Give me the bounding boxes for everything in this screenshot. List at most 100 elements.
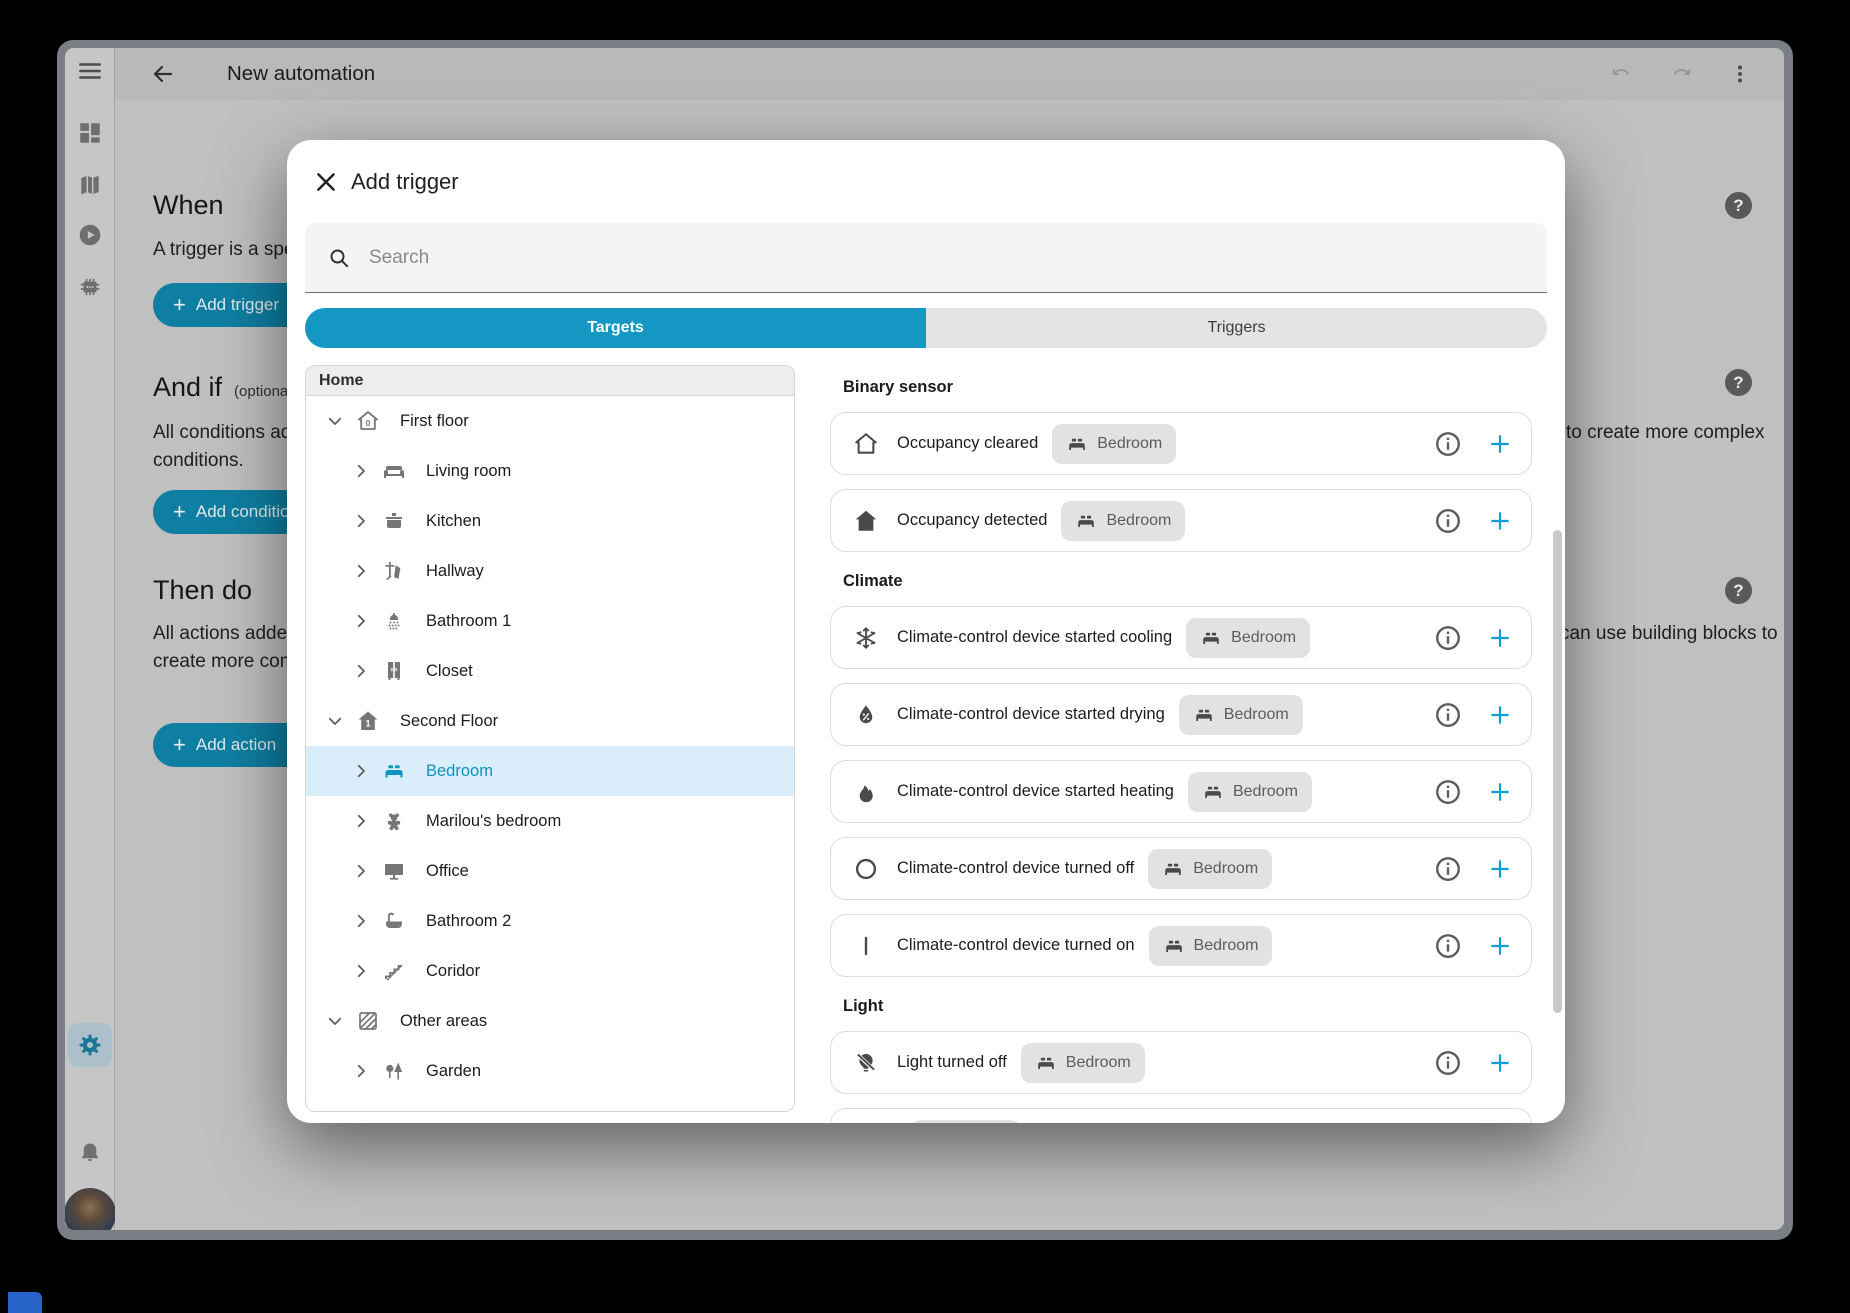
tree-item-office[interactable]: Office [306, 846, 794, 896]
area-chip: Bedroom [1186, 618, 1310, 658]
tree-item-marilou-s-bedroom[interactable]: Marilou's bedroom [306, 796, 794, 846]
info-icon[interactable] [1433, 931, 1463, 961]
chevron-right-icon[interactable] [352, 662, 370, 680]
bed-icon [1200, 627, 1222, 649]
info-icon[interactable] [1433, 1048, 1463, 1078]
tree-item-street[interactable]: Street [306, 1096, 794, 1112]
chevron-right-icon[interactable] [352, 962, 370, 980]
tree-item-garden[interactable]: Garden [306, 1046, 794, 1096]
bed-icon [382, 759, 406, 783]
trigger-row-climate-control-device-started-heating[interactable]: Climate-control device started heatingBe… [830, 760, 1532, 823]
tree-item-bedroom[interactable]: Bedroom [306, 746, 794, 796]
svg-text:1: 1 [365, 719, 370, 729]
tree-item-hallway[interactable]: Hallway [306, 546, 794, 596]
trigger-row-occupancy-cleared[interactable]: Occupancy clearedBedroom [830, 412, 1532, 475]
help-icon[interactable]: ? [1725, 192, 1752, 219]
chevron-right-icon[interactable] [352, 912, 370, 930]
search-bar[interactable] [305, 223, 1547, 293]
tree-item-second-floor[interactable]: 1Second Floor [306, 696, 794, 746]
sofa-icon [382, 459, 406, 483]
undo-icon[interactable] [1608, 62, 1632, 86]
chevron-right-icon[interactable] [352, 812, 370, 830]
tree-item-first-floor[interactable]: 0First floor [306, 396, 794, 446]
media-play-icon[interactable] [77, 222, 103, 248]
close-icon[interactable] [313, 169, 339, 195]
add-plus-icon[interactable] [1487, 1050, 1513, 1076]
add-plus-icon[interactable] [1487, 431, 1513, 457]
add-plus-icon[interactable] [1487, 625, 1513, 651]
area-chip-label: Bedroom [1233, 783, 1298, 801]
chevron-down-icon[interactable] [326, 712, 344, 730]
home-floor-0-icon: 0 [356, 409, 380, 433]
user-avatar[interactable] [65, 1188, 116, 1230]
map-icon[interactable] [77, 172, 103, 198]
add-plus-icon[interactable] [1487, 933, 1513, 959]
and-if-description-fragment: to create more complex [1566, 419, 1765, 447]
trigger-row-light-turned-off[interactable]: Light turned offBedroom [830, 1031, 1532, 1094]
tree-item-bathroom-1[interactable]: Bathroom 1 [306, 596, 794, 646]
info-icon[interactable] [1433, 623, 1463, 653]
chevron-right-icon[interactable] [352, 612, 370, 630]
chip-icon[interactable] [77, 274, 103, 300]
area-chip [911, 1120, 1021, 1124]
settings-button[interactable] [68, 1023, 112, 1067]
trigger-row-row[interactable] [830, 1108, 1532, 1123]
chevron-right-icon[interactable] [352, 462, 370, 480]
coat-rack-icon [382, 559, 406, 583]
trigger-row-climate-control-device-turned-on[interactable]: Climate-control device turned onBedroom [830, 914, 1532, 977]
info-icon[interactable] [1433, 429, 1463, 459]
add-plus-icon[interactable] [1487, 779, 1513, 805]
tab-triggers[interactable]: Triggers [926, 308, 1547, 348]
wardrobe-icon [382, 659, 406, 683]
power-on-bar-icon [853, 933, 879, 959]
gear-icon [76, 1031, 104, 1059]
chevron-down-icon[interactable] [326, 412, 344, 430]
chevron-right-icon[interactable] [352, 1062, 370, 1080]
chevron-right-icon[interactable] [352, 762, 370, 780]
chevron-right-icon[interactable] [352, 512, 370, 530]
section-title-binary-sensor: Binary sensor [843, 378, 1532, 398]
info-icon[interactable] [1433, 777, 1463, 807]
redo-icon[interactable] [1671, 62, 1695, 86]
chevron-down-icon[interactable] [326, 1012, 344, 1030]
area-chip: Bedroom [1021, 1043, 1145, 1083]
area-chip-label: Bedroom [1066, 1054, 1131, 1072]
dashboard-icon[interactable] [77, 120, 103, 146]
search-icon [327, 246, 351, 270]
trigger-row-climate-control-device-turned-off[interactable]: Climate-control device turned offBedroom [830, 837, 1532, 900]
tree-item-bathroom-2[interactable]: Bathroom 2 [306, 896, 794, 946]
tree-item-living-room[interactable]: Living room [306, 446, 794, 496]
area-chip-label: Bedroom [1106, 512, 1171, 530]
tree-item-label: Bathroom 1 [426, 612, 511, 631]
add-plus-icon[interactable] [1487, 508, 1513, 534]
help-icon[interactable]: ? [1725, 577, 1752, 604]
trigger-row-climate-control-device-started-cooling[interactable]: Climate-control device started coolingBe… [830, 606, 1532, 669]
info-icon[interactable] [1433, 700, 1463, 730]
tree-item-label: Bathroom 2 [426, 912, 511, 931]
info-icon[interactable] [1433, 506, 1463, 536]
back-arrow-icon[interactable] [151, 62, 175, 86]
area-chip: Bedroom [1052, 424, 1176, 464]
tree-item-coridor[interactable]: Coridor [306, 946, 794, 996]
tree-item-kitchen[interactable]: Kitchen [306, 496, 794, 546]
tree-item-other-areas[interactable]: Other areas [306, 996, 794, 1046]
plus-icon: + [173, 501, 186, 523]
dialog-scrollbar-thumb[interactable] [1553, 530, 1562, 1013]
trigger-row-climate-control-device-started-drying[interactable]: Climate-control device started dryingBed… [830, 683, 1532, 746]
chevron-right-icon[interactable] [352, 562, 370, 580]
tree-item-label: Coridor [426, 962, 480, 981]
notifications-bell-icon[interactable] [77, 1140, 103, 1166]
add-plus-icon[interactable] [1487, 856, 1513, 882]
areas-tree-panel: Home 0First floorLiving roomKitchenHallw… [305, 365, 795, 1112]
trigger-row-occupancy-detected[interactable]: Occupancy detectedBedroom [830, 489, 1532, 552]
search-input[interactable] [367, 246, 1471, 270]
kebab-menu-icon[interactable] [1728, 62, 1752, 86]
tab-targets[interactable]: Targets [305, 308, 926, 348]
area-chip: Bedroom [1148, 849, 1272, 889]
info-icon[interactable] [1433, 854, 1463, 884]
chevron-right-icon[interactable] [352, 862, 370, 880]
add-plus-icon[interactable] [1487, 702, 1513, 728]
menu-icon[interactable] [77, 58, 103, 84]
tree-item-closet[interactable]: Closet [306, 646, 794, 696]
help-icon[interactable]: ? [1725, 369, 1752, 396]
